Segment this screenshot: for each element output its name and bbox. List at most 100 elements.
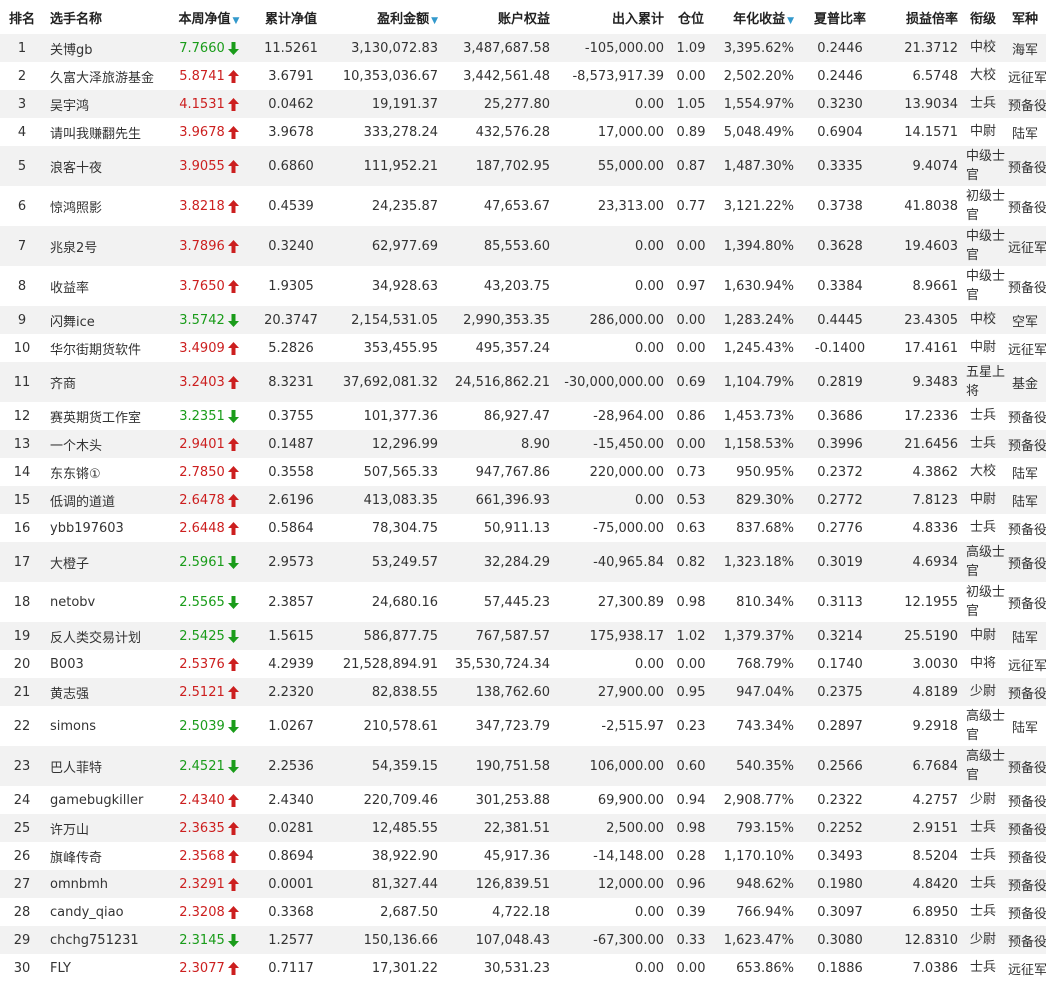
table-row[interactable]: 22 simons 2.5039 1.0267 210,578.61 347,723.79…: [0, 706, 1046, 746]
cell-army: 海军: [1004, 34, 1046, 62]
cell-player-name[interactable]: 浪客十夜: [44, 146, 168, 186]
table-row[interactable]: 7 兆泉2号 3.7896 0.3240 62,977.69 85,553.60 0.00 0…: [0, 226, 1046, 266]
cell-weekly-nav: 2.3635: [168, 814, 250, 842]
table-row[interactable]: 14 东东锵① 2.7850 0.3558 507,565.33 947,767.86 22…: [0, 458, 1046, 486]
table-row[interactable]: 25 许万山 2.3635 0.0281 12,485.55 22,381.51 2,500…: [0, 814, 1046, 842]
table-row[interactable]: 5 浪客十夜 3.9055 0.6860 111,952.21 187,702.95 55,…: [0, 146, 1046, 186]
cell-player-name[interactable]: candy_qiao: [44, 898, 168, 926]
table-row[interactable]: 9 闪舞ice 3.5742 20.3747 2,154,531.05 2,990,353…: [0, 306, 1046, 334]
table-row[interactable]: 20 B003 2.5376 4.2939 21,528,894.91 35,530,72…: [0, 650, 1046, 678]
cell-rank: 29: [0, 926, 44, 954]
cell-player-name[interactable]: 东东锵①: [44, 458, 168, 486]
table-row[interactable]: 26 旗峰传奇 2.3568 0.8694 38,922.90 45,917.36 -14,…: [0, 842, 1046, 870]
table-row[interactable]: 10 华尔街期货软件 3.4909 5.2826 353,455.95 495,357.2…: [0, 334, 1046, 362]
table-row[interactable]: 23 巴人菲特 2.4521 2.2536 54,359.15 190,751.58 106…: [0, 746, 1046, 786]
cell-profit: 111,952.21: [332, 146, 442, 186]
table-row[interactable]: 27 omnbmh 2.3291 0.0001 81,327.44 126,839.51 1…: [0, 870, 1046, 898]
table-row[interactable]: 6 惊鸿照影 3.8218 0.4539 24,235.87 47,653.67 23,31…: [0, 186, 1046, 226]
cell-player-name[interactable]: 请叫我赚翻先生: [44, 118, 168, 146]
cell-player-name[interactable]: FLY: [44, 954, 168, 982]
table-row[interactable]: 18 netobv 2.5565 2.3857 24,680.16 57,445.23 27…: [0, 582, 1046, 622]
col-header-inout[interactable]: 出入累计: [554, 0, 668, 34]
cell-weekly-nav: 3.4909: [168, 334, 250, 362]
cell-player-name[interactable]: 闪舞ice: [44, 306, 168, 334]
table-row[interactable]: 30 FLY 2.3077 0.7117 17,301.22 30,531.23 0.00 0…: [0, 954, 1046, 982]
table-row[interactable]: 11 齐商 3.2403 8.3231 37,692,081.32 24,516,862.…: [0, 362, 1046, 402]
cell-profit: 220,709.46: [363, 792, 438, 808]
table-row[interactable]: 4 请叫我赚翻先生 3.9678 3.9678 333,278.24 432,576.28…: [0, 118, 1046, 146]
cell-player-name[interactable]: 吴宇鸿: [44, 90, 168, 118]
military-rank-label: 士兵: [969, 904, 996, 919]
col-header-weekly-nav[interactable]: 本周净值 ▼: [168, 0, 250, 34]
table-row[interactable]: 12 赛英期货工作室 3.2351 0.3755 101,377.36 86,927.47…: [0, 402, 1046, 430]
cell-rank: 16: [13, 520, 31, 536]
weekly-nav-value: 5.8741: [179, 68, 225, 84]
weekly-nav-value: 3.9055: [179, 158, 225, 174]
table-row[interactable]: 1 关博gb 7.7660 11.5261 3,130,072.83 3,487,687.…: [0, 34, 1046, 62]
table-row[interactable]: 15 低调的道道 2.6478 2.6196 413,083.35 661,396.93 0…: [0, 486, 1046, 514]
cell-cum-nav: 0.1487: [250, 430, 332, 458]
col-header-equity[interactable]: 账户权益: [442, 0, 554, 34]
weekly-nav-value: 2.5376: [179, 656, 225, 672]
cell-player-name[interactable]: 大橙子: [44, 542, 168, 582]
cell-weekly-nav: 2.3291: [168, 870, 250, 898]
cell-sharpe: 0.2897: [817, 718, 863, 734]
cell-player-name[interactable]: 华尔街期货软件: [44, 334, 168, 362]
cell-player-name[interactable]: omnbmh: [44, 870, 168, 898]
table-row[interactable]: 17 大橙子 2.5961 2.9573 53,249.57 32,284.29 -40,9…: [0, 542, 1046, 582]
col-header-position[interactable]: 仓位: [668, 0, 714, 34]
cell-position: 1.02: [668, 622, 714, 650]
table-row[interactable]: 13 一个木头 2.9401 0.1487 12,296.99 8.90 -15,450.0…: [0, 430, 1046, 458]
cell-rank: 13: [0, 430, 44, 458]
col-header-pl-ratio[interactable]: 损益倍率: [882, 0, 962, 34]
col-header-army[interactable]: 军种: [1004, 0, 1046, 34]
cell-army: 陆军: [1004, 486, 1046, 514]
table-row[interactable]: 3 吴宇鸿 4.1531 0.0462 19,191.37 25,277.80 0.00 1.…: [0, 90, 1046, 118]
cell-army: 远征军: [1008, 342, 1046, 358]
table-row[interactable]: 19 反人类交易计划 2.5425 1.5615 586,877.75 767,587.5…: [0, 622, 1046, 650]
cell-player-name[interactable]: 反人类交易计划: [44, 622, 168, 650]
table-row[interactable]: 8 收益率 3.7650 1.9305 34,928.63 43,203.75 0.00 0.…: [0, 266, 1046, 306]
cell-player-name[interactable]: 兆泉2号: [44, 226, 168, 266]
cell-profit: 78,304.75: [371, 520, 438, 536]
cell-equity: 107,048.43: [442, 926, 554, 954]
col-header-military-rank[interactable]: 衔级: [962, 0, 1004, 34]
cell-player-name[interactable]: netobv: [44, 582, 168, 622]
cell-player-name[interactable]: 收益率: [44, 266, 168, 306]
cell-player-name[interactable]: 关博gb: [44, 34, 168, 62]
table-row[interactable]: 16 ybb197603 2.6448 0.5864 78,304.75 50,911.1…: [0, 514, 1046, 542]
cell-player-name[interactable]: 黄志强: [44, 678, 168, 706]
cell-player-name[interactable]: ybb197603: [44, 514, 168, 542]
cell-player-name[interactable]: 低调的道道: [44, 486, 168, 514]
col-header-name[interactable]: 选手名称: [44, 0, 168, 34]
cell-player-name[interactable]: 旗峰传奇: [44, 842, 168, 870]
table-row[interactable]: 28 candy_qiao 2.3208 0.3368 2,687.50 4,722.18…: [0, 898, 1046, 926]
arrow-up-icon: [227, 905, 239, 919]
military-rank-label: 士兵: [969, 820, 996, 835]
col-header-annual[interactable]: 年化收益 ▼: [714, 0, 798, 34]
cell-player-name[interactable]: 巴人菲特: [44, 746, 168, 786]
cell-player-name[interactable]: chchg751231: [44, 926, 168, 954]
table-row[interactable]: 21 黄志强 2.5121 2.2320 82,838.55 138,762.60 27,9…: [0, 678, 1046, 706]
cell-player-name[interactable]: 一个木头: [44, 430, 168, 458]
cell-player-name[interactable]: 惊鸿照影: [44, 186, 168, 226]
col-header-profit[interactable]: 盈利金额 ▼: [332, 0, 442, 34]
cell-sharpe: 0.4445: [798, 306, 882, 334]
table-row[interactable]: 24 gamebugkiller 2.4340 2.4340 220,709.46 301…: [0, 786, 1046, 814]
cell-sharpe: 0.1886: [817, 960, 863, 976]
cell-player-name[interactable]: B003: [44, 650, 168, 678]
cell-rank: 12: [13, 408, 31, 424]
col-header-cum-nav[interactable]: 累计净值: [250, 0, 332, 34]
table-row[interactable]: 29 chchg751231 2.3145 1.2577 150,136.66 107,0…: [0, 926, 1046, 954]
cell-position: 0.98: [668, 814, 714, 842]
cell-player-name[interactable]: 齐商: [44, 362, 168, 402]
cell-player-name[interactable]: gamebugkiller: [44, 786, 168, 814]
cell-player-name[interactable]: 许万山: [44, 814, 168, 842]
cell-pl-ratio: 17.4161: [904, 340, 958, 356]
col-header-sharpe[interactable]: 夏普比率: [798, 0, 882, 34]
table-row[interactable]: 2 久富大泽旅游基金 5.8741 3.6791 10,353,036.67 3,442,…: [0, 62, 1046, 90]
col-header-rank[interactable]: 排名: [0, 0, 44, 34]
cell-player-name[interactable]: 赛英期货工作室: [44, 402, 168, 430]
cell-player-name[interactable]: 久富大泽旅游基金: [44, 62, 168, 90]
cell-player-name[interactable]: simons: [44, 706, 168, 746]
